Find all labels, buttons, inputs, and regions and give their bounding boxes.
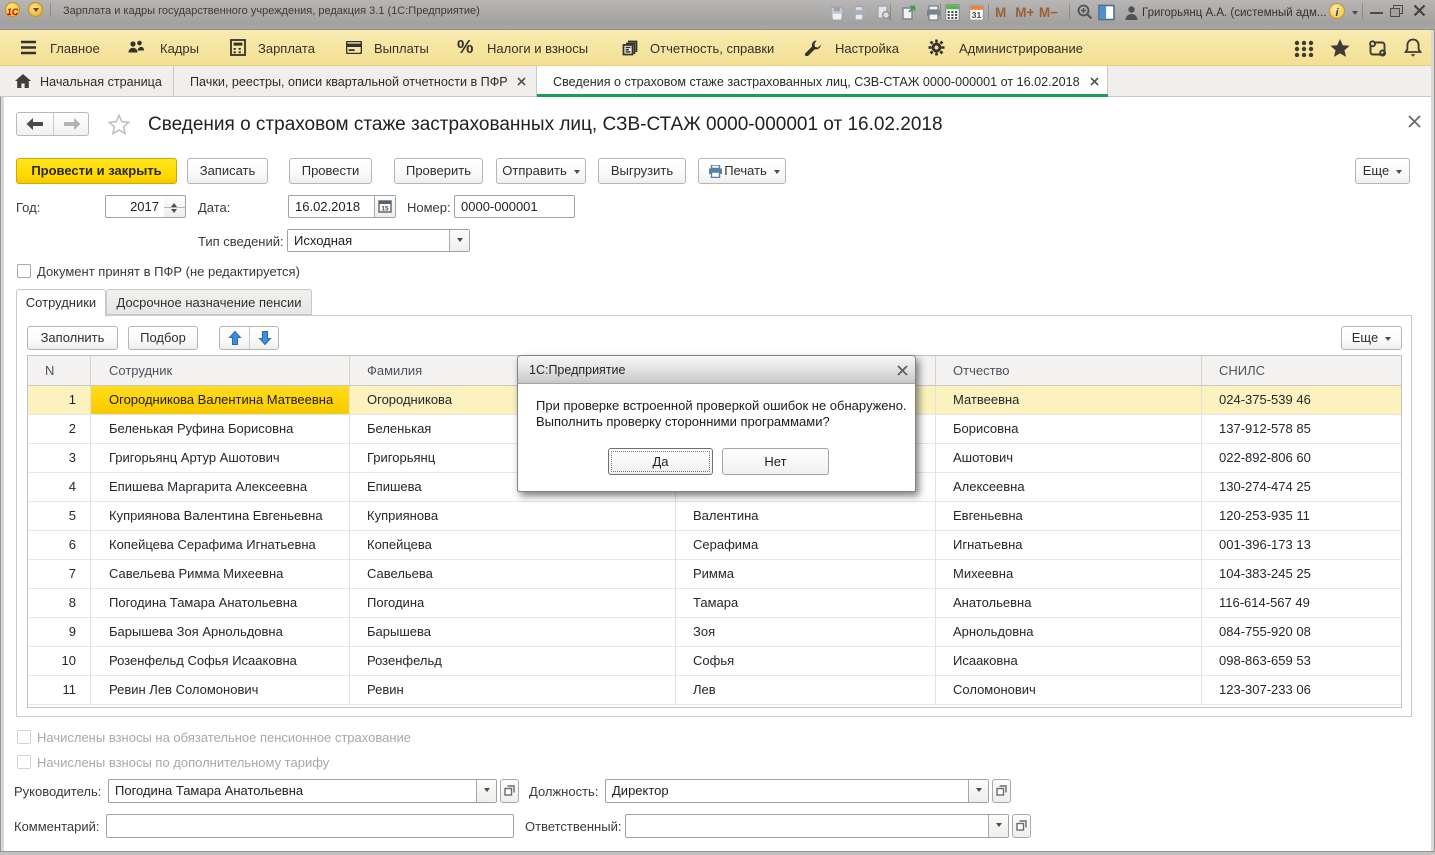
- svg-text:15: 15: [381, 206, 389, 213]
- svg-text:31: 31: [972, 10, 982, 20]
